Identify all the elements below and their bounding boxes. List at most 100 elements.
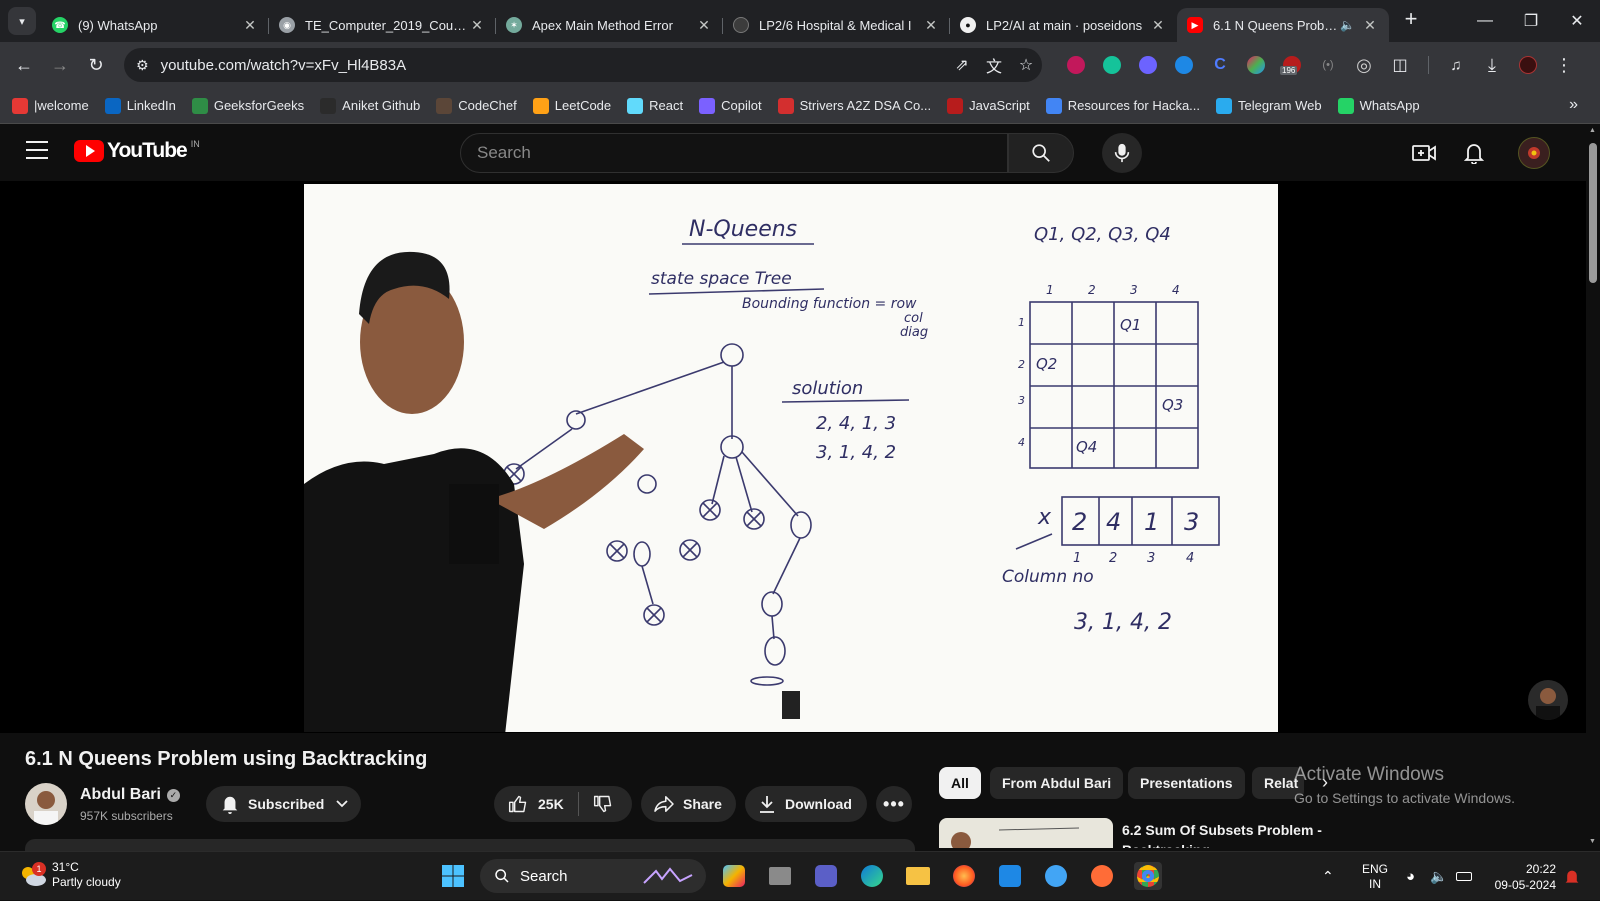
channel-name-link[interactable]: Abdul Bari ✓ [80,786,180,804]
tab-close-icon[interactable]: ✕ [1361,17,1379,34]
tab-hospital[interactable]: LP2/6 Hospital & Medical I ✕ [723,8,950,42]
scroll-up-icon[interactable]: ▲ [1589,127,1596,134]
bookmark-item[interactable]: JavaScript [947,97,1030,114]
tab-ai-main[interactable]: ● LP2/AI at main · poseidons ✕ [950,8,1177,42]
bird-app-icon[interactable] [1042,862,1070,890]
reload-button[interactable]: ↻ [78,55,114,76]
extension-badge-icon[interactable]: 196 [1274,56,1310,75]
create-video-icon[interactable] [1410,139,1438,167]
wifi-icon[interactable]: ◕ [1406,852,1415,901]
bookmarks-overflow-icon[interactable]: » [1569,96,1578,114]
search-button[interactable] [1008,133,1074,173]
tab-search-button[interactable]: ▾ [8,7,36,35]
chip-presentations[interactable]: Presentations [1128,767,1245,799]
bookmark-item[interactable]: LinkedIn [104,97,176,114]
dislike-button[interactable] [593,794,613,814]
edge-extension-icon[interactable] [1166,56,1202,74]
bookmark-item[interactable]: Telegram Web [1216,97,1322,114]
tab-whatsapp[interactable]: ☎ (9) WhatsApp ✕ [42,8,269,42]
account-avatar[interactable] [1518,137,1550,169]
bookmark-item[interactable]: LeetCode [532,97,611,114]
taskbar-search[interactable]: Search [480,859,706,893]
chip-from-abdul-bari[interactable]: From Abdul Bari [990,767,1124,799]
page-scrollbar[interactable]: ▲ ▼ [1586,125,1600,847]
channel-avatar[interactable] [25,783,67,825]
bookmark-item[interactable]: GeeksforGeeks [191,97,304,114]
extension-red-icon[interactable] [1058,56,1094,74]
scroll-down-icon[interactable]: ▼ [1589,838,1596,845]
widgets-icon[interactable] [720,862,748,890]
search-field[interactable] [460,133,1008,173]
download-icon[interactable]: ⤓ [1474,55,1510,76]
bookmark-item[interactable]: WhatsApp [1337,97,1420,114]
show-hidden-icons-chevron[interactable]: ⌃ [1322,852,1334,901]
subscribed-button[interactable]: Subscribed [206,786,361,822]
bookmark-item[interactable]: Copilot [699,97,762,114]
task-view-icon[interactable] [766,862,794,890]
bookmark-item[interactable]: React [627,97,683,114]
restore-button[interactable]: ❐ [1508,0,1554,42]
recommended-title[interactable]: 6.2 Sum Of Subsets Problem - Backtrackin… [1122,820,1342,848]
bookmark-item[interactable]: Resources for Hacka... [1045,97,1200,114]
file-explorer-icon[interactable] [904,862,932,890]
tab-apex-error[interactable]: ✶ Apex Main Method Error ✕ [496,8,723,42]
firefox-icon[interactable] [950,862,978,890]
tab-close-icon[interactable]: ✕ [695,17,713,34]
volume-icon[interactable]: 🔈 [1430,852,1447,901]
chrome-menu-icon[interactable]: ⋮ [1546,55,1582,76]
weather-widget[interactable]: 1 31°C Partly cloudy [18,860,121,890]
translate-icon[interactable]: 文 [978,53,1010,77]
url-text[interactable]: youtube.com/watch?v=xFv_Hl4B83A [161,57,946,74]
minimize-button[interactable]: — [1462,0,1508,42]
speaker-icon[interactable]: 🔈 [1340,18,1355,32]
bookmark-item[interactable]: CodeChef [436,97,517,114]
video-frame[interactable]: N-Queens state space Tree Bounding funct… [304,184,1278,732]
bookmark-item[interactable]: Aniket Github [320,97,420,114]
youtube-logo[interactable]: YouTube IN [74,139,200,163]
scrollbar-thumb[interactable] [1589,143,1597,283]
chip-all[interactable]: All [939,767,981,799]
voice-search-button[interactable] [1102,133,1142,173]
tab-close-icon[interactable]: ✕ [241,17,259,34]
edge-icon[interactable] [858,862,886,890]
extension-colorful-icon[interactable] [1238,56,1274,74]
vscode-icon[interactable] [996,862,1024,890]
extension-c-icon[interactable]: C [1202,56,1238,74]
share-button[interactable]: Share [641,786,736,822]
back-button[interactable]: ← [6,55,42,76]
notifications-bell-icon[interactable] [1460,139,1488,167]
extensions-puzzle-icon[interactable]: ◫ [1382,55,1418,75]
tab-close-icon[interactable]: ✕ [922,17,940,34]
grammarly-icon[interactable] [1094,56,1130,74]
close-window-button[interactable]: ✕ [1554,0,1600,42]
battery-icon[interactable] [1456,852,1472,901]
chrome-icon[interactable] [1134,862,1162,890]
search-input[interactable] [477,143,1007,163]
extension-flame-icon[interactable] [1130,56,1166,74]
address-bar[interactable]: ⚙ youtube.com/watch?v=xFv_Hl4B83A ⇗ 文 ☆ [124,48,1042,82]
postman-icon[interactable] [1088,862,1116,890]
tab-close-icon[interactable]: ✕ [1149,17,1167,34]
bookmark-item[interactable]: Strivers A2Z DSA Co... [777,97,931,114]
tab-te-computer[interactable]: ◉ TE_Computer_2019_Course ✕ [269,8,496,42]
menu-icon[interactable] [26,141,48,159]
more-actions-button[interactable]: ••• [876,786,912,822]
forward-button[interactable]: → [42,55,78,76]
open-in-app-icon[interactable]: ⇗ [946,55,978,75]
channel-name[interactable]: Abdul Bari [80,786,161,804]
broadcast-icon[interactable]: (•) [1310,59,1346,71]
tab-close-icon[interactable]: ✕ [468,17,486,34]
site-info-icon[interactable]: ⚙ [136,57,149,74]
clock[interactable]: 20:22 09-05-2024 [1488,861,1556,893]
new-tab-button[interactable]: + [1395,6,1427,32]
recommended-thumbnail[interactable] [939,818,1113,848]
teams-icon[interactable] [812,862,840,890]
description-box[interactable] [25,839,915,851]
bookmark-item[interactable]: |welcome [12,97,89,114]
bookmark-star-icon[interactable]: ☆ [1010,55,1042,75]
notification-bell-icon[interactable] [1564,852,1580,901]
windows-start-icon[interactable] [439,862,467,890]
tab-n-queens[interactable]: ▶ 6.1 N Queens Problem 🔈 ✕ [1177,8,1389,42]
like-button[interactable]: 25K [508,794,564,814]
target-icon[interactable]: ◎ [1346,55,1382,76]
